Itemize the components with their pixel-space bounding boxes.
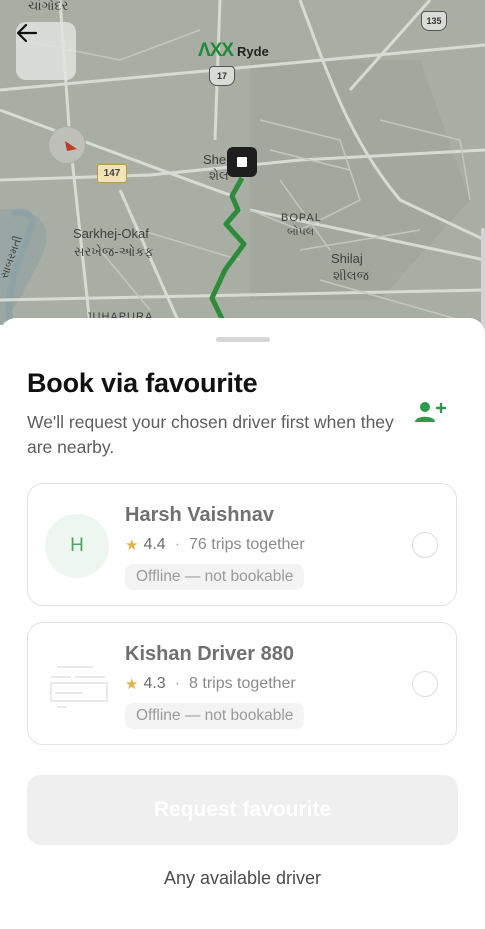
highway-shield-135: 135 — [421, 11, 447, 31]
highway-shield-17: 17 — [209, 66, 235, 86]
star-icon: ★ — [125, 537, 139, 554]
avatar-image-icon — [45, 651, 113, 721]
map-label: શેલ — [209, 168, 229, 183]
bottom-sheet: Book via favourite We'll request your ch… — [0, 318, 485, 929]
driver-name: Harsh Vaishnav — [125, 504, 274, 526]
destination-marker[interactable] — [227, 147, 257, 177]
map-label: સરખેજ-ઓકફ — [74, 244, 154, 259]
driver-card[interactable]: H Harsh Vaishnav ★ 4.4 · 76 trips togeth… — [27, 483, 457, 606]
map-label: Shilaj — [331, 251, 363, 266]
avatar — [45, 651, 113, 721]
driver-meta: ★ 4.3 · 8 trips together — [125, 675, 296, 693]
status-badge: Offline — not bookable — [125, 564, 305, 590]
driver-trips: 76 trips together — [189, 536, 305, 553]
driver-name: Kishan Driver 880 — [125, 643, 294, 665]
arrow-left-icon — [16, 23, 38, 43]
map-label: બોપલ — [287, 226, 315, 238]
separator-dot: · — [174, 675, 181, 692]
driver-trips: 8 trips together — [189, 675, 296, 692]
drag-handle[interactable] — [216, 337, 270, 342]
driver-meta: ★ 4.4 · 76 trips together — [125, 536, 305, 554]
map-view[interactable]: ચાંગોદર She શેલ BOPAL બોપલ Sarkhej-Okaf … — [0, 0, 485, 325]
separator-dot: · — [174, 536, 181, 553]
select-driver-radio[interactable] — [412, 671, 438, 697]
map-label: BOPAL — [281, 212, 322, 224]
compass-icon — [48, 126, 86, 164]
back-button[interactable] — [16, 22, 76, 80]
driver-rating: 4.3 — [143, 675, 166, 692]
star-icon: ★ — [125, 676, 139, 693]
status-badge: Offline — not bookable — [125, 703, 305, 729]
brand-mark-icon: ΛXX — [198, 40, 234, 61]
map-label: She — [203, 152, 227, 167]
map-label: ચાંગોદર — [28, 0, 69, 13]
brand-name: Ryde — [237, 43, 269, 59]
driver-card[interactable]: Kishan Driver 880 ★ 4.3 · 8 trips togeth… — [27, 622, 457, 745]
sheet-title: Book via favourite — [27, 368, 258, 398]
highway-shield-147: 147 — [97, 164, 127, 183]
select-driver-radio[interactable] — [412, 532, 438, 558]
driver-rating: 4.4 — [143, 536, 166, 553]
brand-logo: ΛXX Ryde — [198, 40, 269, 62]
map-label: Sarkhej-Okaf — [73, 226, 149, 241]
avatar: H — [45, 514, 109, 578]
map-label: શીલજ — [333, 268, 369, 283]
request-favourite-button[interactable]: Request favourite — [27, 775, 458, 845]
sheet-subtitle: We'll request your chosen driver first w… — [27, 412, 394, 457]
add-person-icon[interactable] — [414, 400, 446, 426]
any-available-driver-link[interactable]: Any available driver — [0, 868, 485, 889]
